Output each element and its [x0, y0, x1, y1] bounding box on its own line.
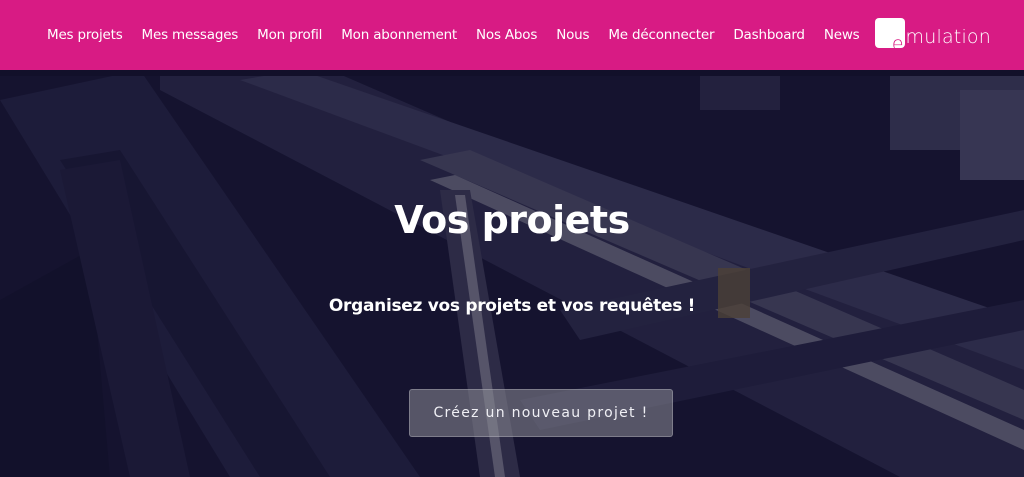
logo-mark: e [874, 17, 905, 53]
nav-item-mon-abonnement[interactable]: Mon abonnement [341, 27, 457, 43]
logo-text: mulation [905, 26, 991, 48]
nav-item-dashboard[interactable]: Dashboard [733, 27, 805, 43]
nav-item-me-deconnecter[interactable]: Me déconnecter [608, 27, 714, 43]
nav-item-mon-profil[interactable]: Mon profil [257, 27, 322, 43]
page-subtitle: Organisez vos projets et vos requêtes ! [328, 296, 696, 316]
create-project-button[interactable]: Créez un nouveau projet ! [409, 389, 673, 437]
main-nav: Mes projets Mes messages Mon profil Mon … [47, 0, 879, 70]
nav-item-mes-projets[interactable]: Mes projets [47, 27, 123, 43]
page-title: Vos projets [394, 198, 630, 242]
nav-item-nos-abos[interactable]: Nos Abos [476, 27, 537, 43]
hero-section: Vos projets Organisez vos projets et vos… [0, 70, 1024, 477]
top-navbar: Mes projets Mes messages Mon profil Mon … [0, 0, 1024, 70]
nav-item-news[interactable]: News [824, 27, 860, 43]
nav-item-nous[interactable]: Nous [556, 27, 589, 43]
brand-logo[interactable]: e mulation [874, 17, 991, 53]
nav-item-mes-messages[interactable]: Mes messages [142, 27, 239, 43]
logo-mark-letter: e [891, 32, 904, 55]
